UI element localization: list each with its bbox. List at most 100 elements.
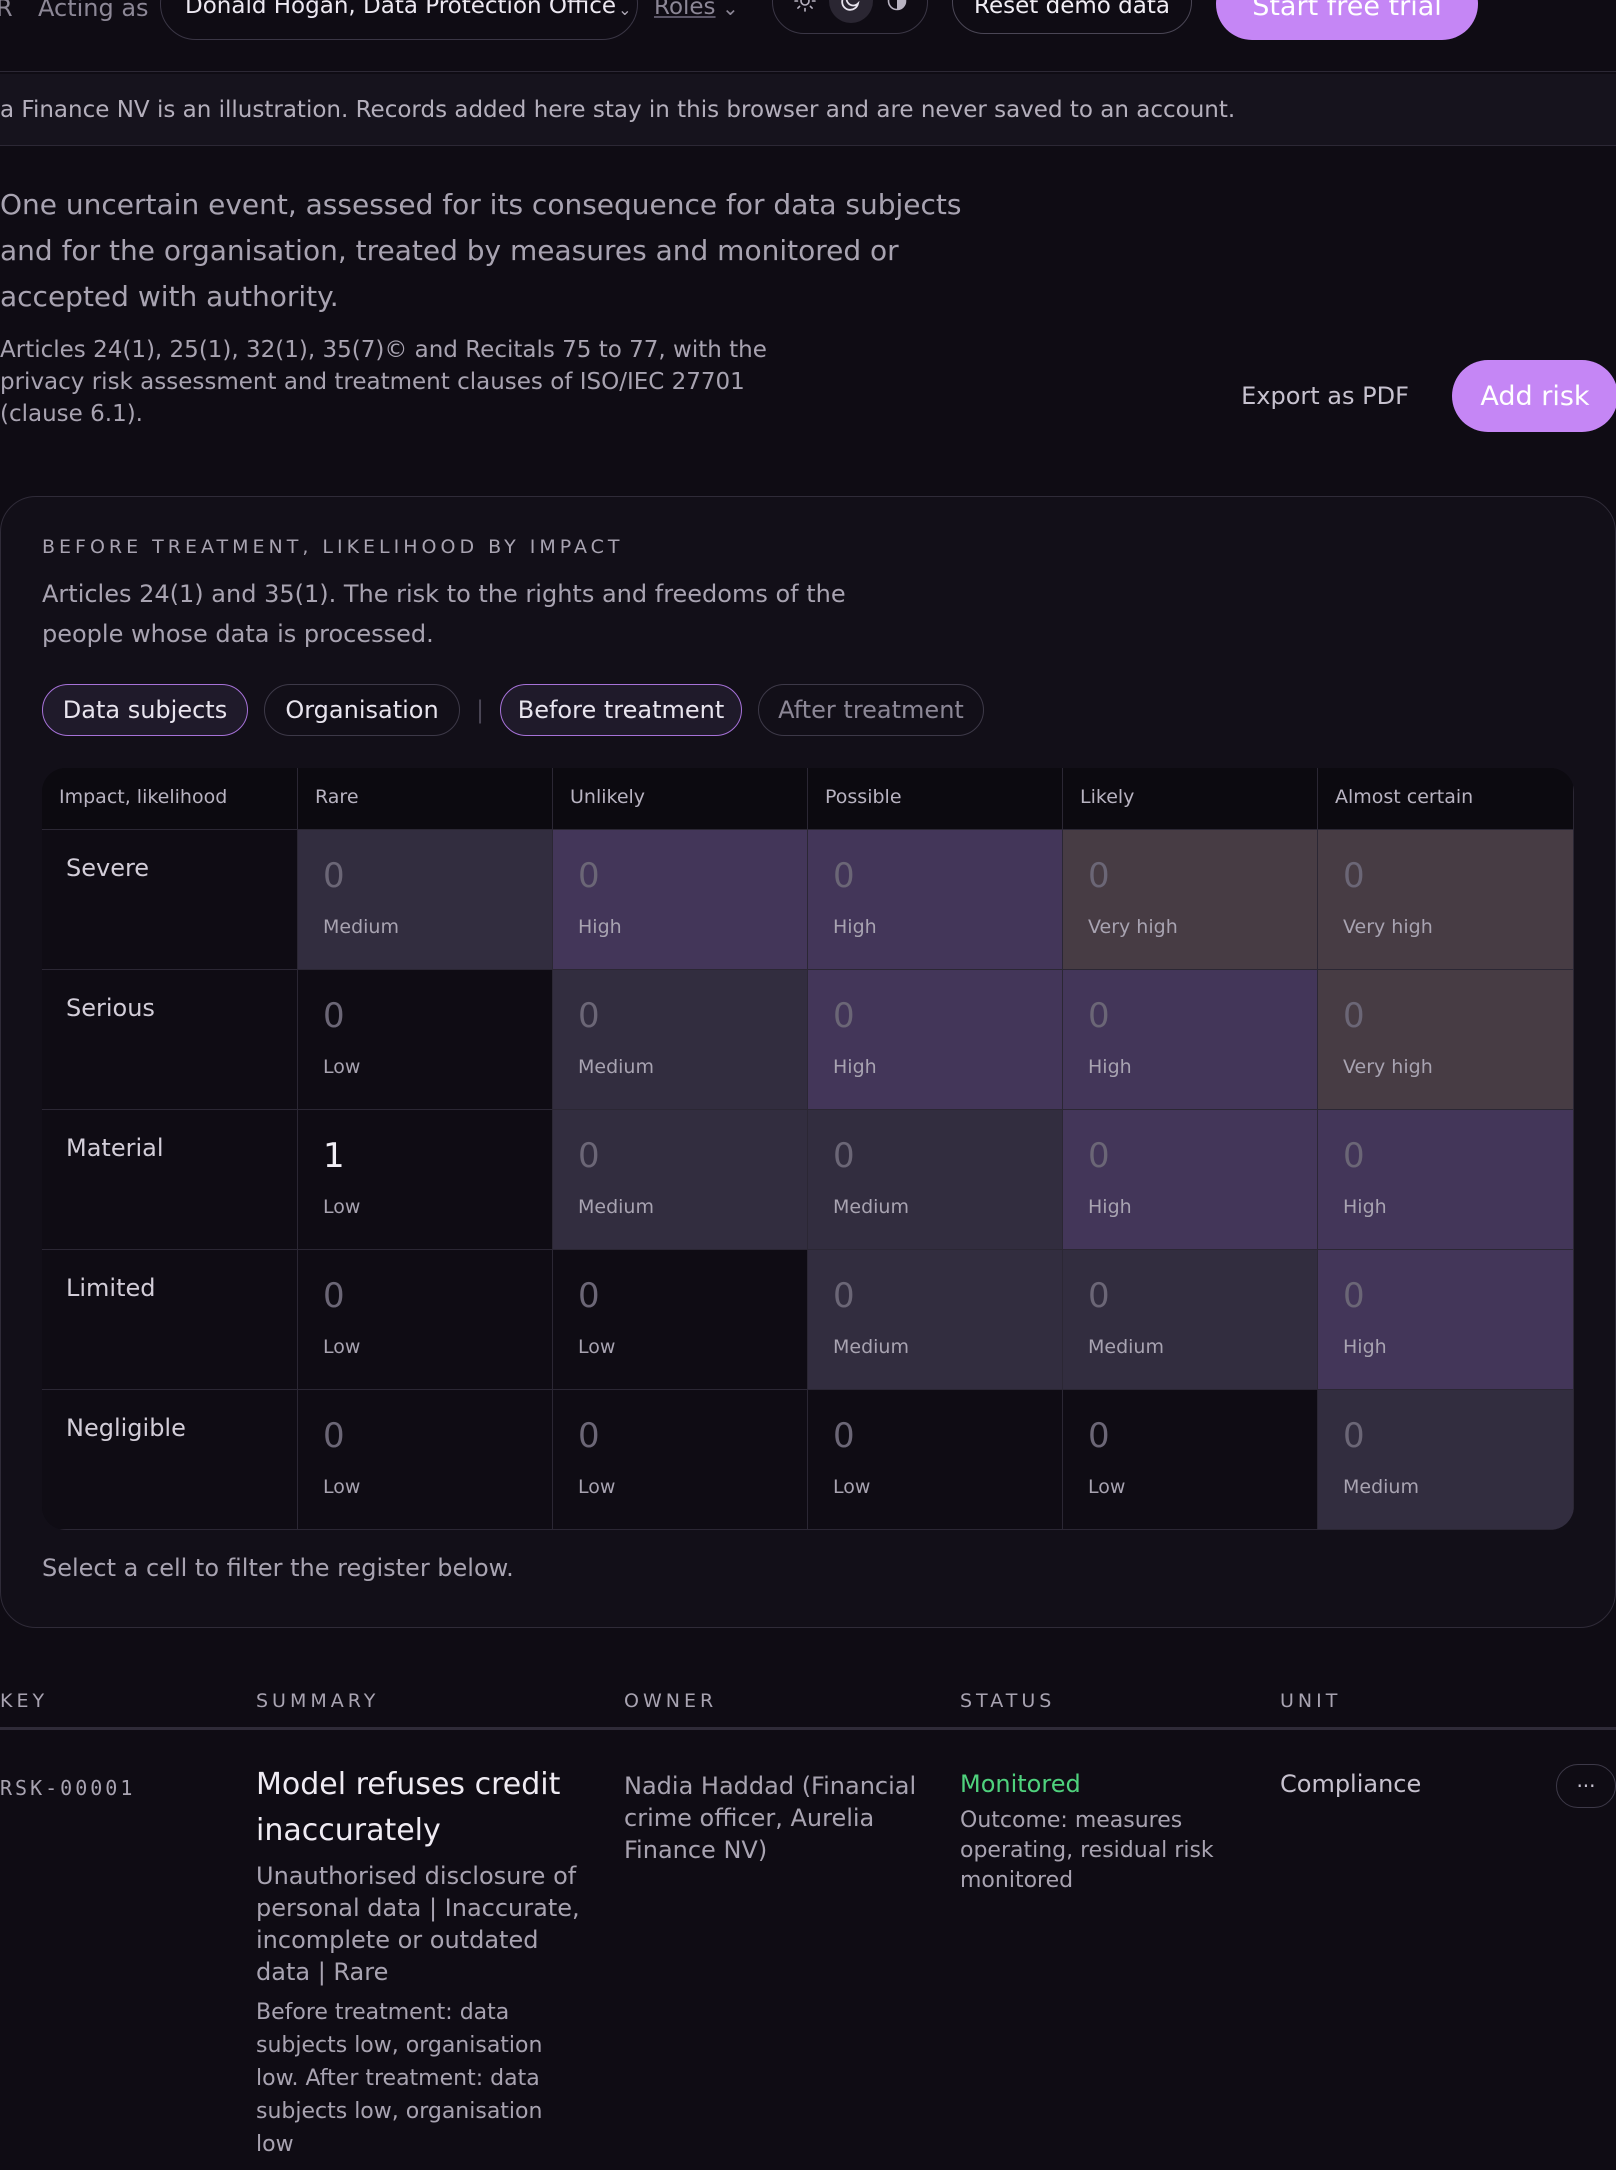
cell-level: Low [578,1476,616,1498]
dark-theme-button[interactable] [829,0,873,23]
export-pdf-button[interactable]: Export as PDF [1236,360,1414,432]
cell-count: 0 [1088,1416,1110,1456]
impact-label: Severe [42,830,298,970]
matrix-cell[interactable]: 0 Low [553,1250,808,1390]
risk-unit: Compliance [1280,1770,1422,1798]
risk-owner: Nadia Haddad (Financial crime officer, A… [624,1772,917,1864]
matrix-cell[interactable]: 0 High [1063,970,1318,1110]
chevron-down-icon: ⌄ [618,0,632,19]
matrix-cell[interactable]: 0 Very high [1063,830,1318,970]
cell-count: 0 [1343,996,1365,1036]
chip-after-treatment[interactable]: After treatment [758,684,984,736]
acting-user-value: Donald Hogan, Data Protection Office [185,0,617,19]
cell-level: Very high [1343,916,1433,938]
matrix-description: Articles 24(1) and 35(1). The risk to th… [42,580,846,648]
matrix-cell[interactable]: 0 Very high [1318,830,1574,970]
matrix-cell[interactable]: 0 Low [1063,1390,1318,1530]
matrix-cell[interactable]: 0 High [808,830,1063,970]
likelihood-header: Likely [1063,768,1318,830]
cell-level: High [1343,1336,1387,1358]
matrix-cell[interactable]: 0 Medium [808,1250,1063,1390]
impact-label: Serious [42,970,298,1110]
cell-count: 1 [323,1136,345,1176]
cell-count: 0 [578,856,600,896]
matrix-cell[interactable]: 0 High [808,970,1063,1110]
cell-level: High [578,916,622,938]
matrix-cell[interactable]: 0 Low [298,1250,553,1390]
matrix-cell[interactable]: 0 Medium [553,970,808,1110]
light-theme-button[interactable] [783,0,827,23]
cell-count: 0 [1343,1276,1365,1316]
chip-data-subjects[interactable]: Data subjects [42,684,248,736]
impact-label: Negligible [42,1390,298,1530]
cell-count: 0 [1088,856,1110,896]
risk-key[interactable]: RSK-00001 [0,1776,135,1800]
cell-count: 0 [323,1276,345,1316]
likelihood-header: Rare [298,768,553,830]
risk-categories: Unauthorised disclosure of personal data… [256,1862,580,1986]
column-header-key: KEY [0,1690,49,1712]
column-header-summary: SUMMARY [256,1690,380,1712]
matrix-cell[interactable]: 0 Medium [553,1110,808,1250]
row-actions-button[interactable]: ··· [1556,1764,1616,1808]
add-risk-button[interactable]: Add risk [1452,360,1616,432]
matrix-cell[interactable]: 0 High [1318,1110,1574,1250]
cell-level: Medium [578,1056,654,1078]
cell-count: 0 [833,856,855,896]
cell-count: 0 [578,1136,600,1176]
cell-count: 0 [1088,1276,1110,1316]
cell-count: 0 [1343,1136,1365,1176]
cell-level: High [1088,1056,1132,1078]
cell-count: 0 [578,996,600,1036]
cell-level: Medium [833,1336,909,1358]
matrix-cell[interactable]: 0 Medium [1063,1250,1318,1390]
cell-level: Low [323,1196,361,1218]
acting-user-select[interactable]: Donald Hogan, Data Protection Office ⌄ [160,0,638,40]
cell-count: 0 [833,1416,855,1456]
cell-count: 0 [578,1416,600,1456]
cell-count: 0 [1343,1416,1365,1456]
demo-banner: a Finance NV is an illustration. Records… [0,74,1616,146]
cell-level: Medium [323,916,399,938]
chip-before-treatment[interactable]: Before treatment [500,684,742,736]
matrix-cell[interactable]: 0 Low [808,1390,1063,1530]
app-prefix: R [0,0,13,22]
acting-as-label: Acting as [38,0,149,22]
cell-level: Medium [578,1196,654,1218]
matrix-cell[interactable]: 1 Low [298,1110,553,1250]
cell-level: Low [323,1336,361,1358]
cell-count: 0 [833,996,855,1036]
cell-count: 0 [323,856,345,896]
cell-level: Very high [1088,916,1178,938]
reset-demo-button[interactable]: Reset demo data [952,0,1192,34]
cell-count: 0 [323,1416,345,1456]
matrix-cell[interactable]: 0 Very high [1318,970,1574,1110]
cell-level: Low [833,1476,871,1498]
matrix-cell[interactable]: 0 Low [298,1390,553,1530]
matrix-cell[interactable]: 0 Medium [808,1110,1063,1250]
matrix-cell[interactable]: 0 Low [298,970,553,1110]
likelihood-header: Unlikely [553,768,808,830]
chevron-down-icon[interactable]: ⌄ [722,0,739,20]
matrix-hint: Select a cell to filter the register bel… [42,1554,514,1582]
contrast-theme-button[interactable] [875,0,919,23]
roles-menu[interactable]: Roles [654,0,716,20]
matrix-cell[interactable]: 0 Low [553,1390,808,1530]
matrix-cell[interactable]: 0 High [1063,1110,1318,1250]
matrix-heading: BEFORE TREATMENT, LIKELIHOOD BY IMPACT [42,536,624,558]
sun-icon [794,0,816,12]
demo-banner-text: a Finance NV is an illustration. Records… [0,96,1236,123]
theme-switcher [772,0,928,34]
matrix-cell[interactable]: 0 Medium [1318,1390,1574,1530]
matrix-cell[interactable]: 0 High [1318,1250,1574,1390]
cell-count: 0 [578,1276,600,1316]
risk-title[interactable]: Model refuses credit inaccurately [256,1762,596,1854]
column-header-owner: OWNER [624,1690,718,1712]
cell-level: Low [1088,1476,1126,1498]
matrix-cell[interactable]: 0 High [553,830,808,970]
start-trial-button[interactable]: Start free trial [1216,0,1478,40]
cell-level: Medium [1343,1476,1419,1498]
impact-label: Limited [42,1250,298,1390]
matrix-cell[interactable]: 0 Medium [298,830,553,970]
chip-organisation[interactable]: Organisation [264,684,460,736]
